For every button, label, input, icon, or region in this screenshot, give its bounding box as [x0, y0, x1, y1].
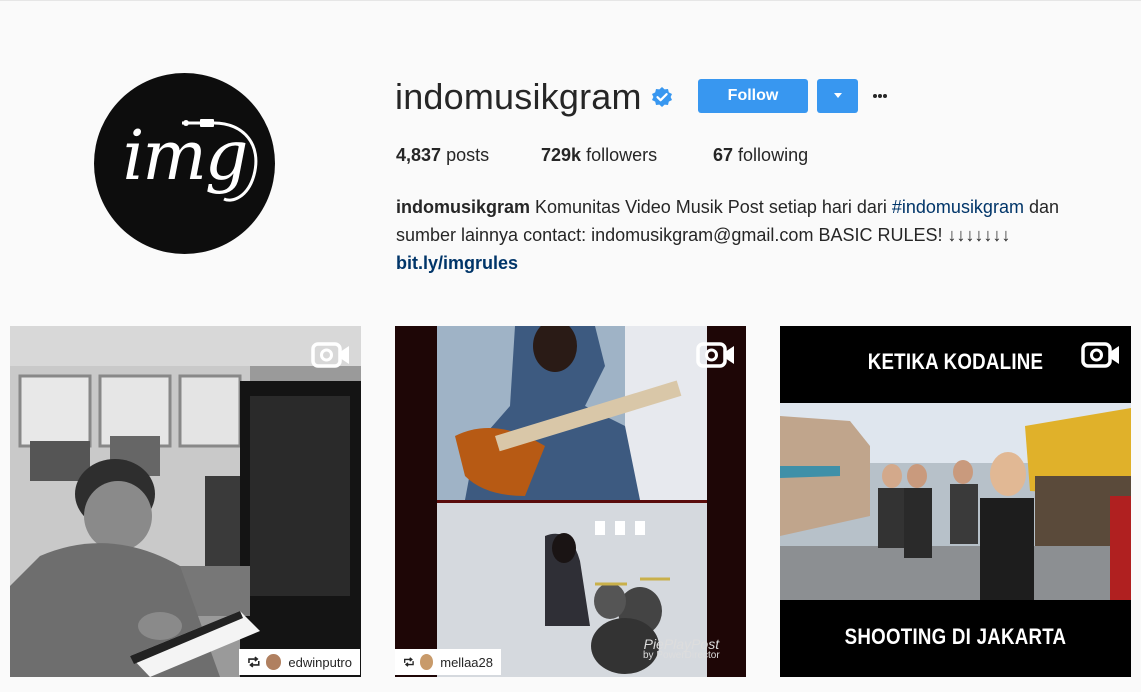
posts-count: 4,837 — [396, 145, 442, 165]
repost-username: edwinputro — [288, 654, 352, 670]
profile-bio: indomusikgram Komunitas Video Musik Post… — [396, 193, 1116, 277]
video-icon — [696, 342, 734, 368]
follow-button[interactable]: Follow — [698, 79, 808, 113]
suggested-dropdown-button[interactable] — [817, 79, 858, 113]
bio-external-link[interactable]: bit.ly/imgrules — [396, 253, 518, 273]
posts-stat: 4,837 posts — [396, 145, 489, 166]
post-tile[interactable]: mellaa28 PiePlayPost by PowerDirector — [395, 326, 746, 677]
repost-icon — [248, 656, 260, 668]
repost-icon — [404, 657, 414, 667]
caret-down-icon — [833, 93, 842, 98]
followers-stat[interactable]: 729k followers — [541, 145, 657, 166]
following-label: following — [738, 145, 809, 165]
ellipsis-icon — [873, 94, 887, 98]
following-count: 67 — [713, 145, 734, 165]
video-icon — [1081, 342, 1119, 368]
post-tile[interactable]: KETIKA KODALINE SHOOTING DI JAKARTA — [780, 326, 1131, 677]
post-thumbnail-guitar-drums — [395, 326, 746, 677]
avatar-logo-text: img — [122, 117, 249, 196]
bio-hashtag-link[interactable]: #indomusikgram — [892, 197, 1024, 217]
post-tile[interactable]: edwinputro — [10, 326, 361, 677]
profile-avatar[interactable]: img — [94, 73, 275, 254]
profile-username: indomusikgram — [395, 76, 642, 117]
watermark-line-1: PiePlayPost — [643, 636, 720, 652]
following-stat[interactable]: 67 following — [713, 145, 808, 166]
repost-credit[interactable]: edwinputro — [239, 649, 360, 675]
repost-credit[interactable]: mellaa28 — [395, 649, 501, 675]
user-avatar — [265, 654, 282, 670]
post-thumbnail-piano — [10, 326, 361, 677]
bio-text-1: Komunitas Video Musik Post setiap hari d… — [530, 197, 892, 217]
user-avatar — [419, 654, 434, 670]
video-caption-bottom: SHOOTING DI JAKARTA — [844, 624, 1067, 649]
bio-name: indomusikgram — [396, 197, 531, 217]
app-watermark: PiePlayPost by PowerDirector — [643, 636, 720, 661]
verified-badge-icon — [652, 87, 672, 107]
watermark-line-2: by PowerDirector — [643, 650, 720, 661]
top-divider — [0, 0, 1141, 1]
followers-label: followers — [586, 145, 658, 165]
more-options-button[interactable] — [866, 86, 894, 106]
repost-username: mellaa28 — [440, 654, 493, 670]
followers-count: 729k — [541, 145, 582, 165]
posts-label: posts — [446, 145, 490, 165]
video-caption-top: KETIKA KODALINE — [867, 349, 1044, 374]
video-icon — [311, 342, 349, 368]
